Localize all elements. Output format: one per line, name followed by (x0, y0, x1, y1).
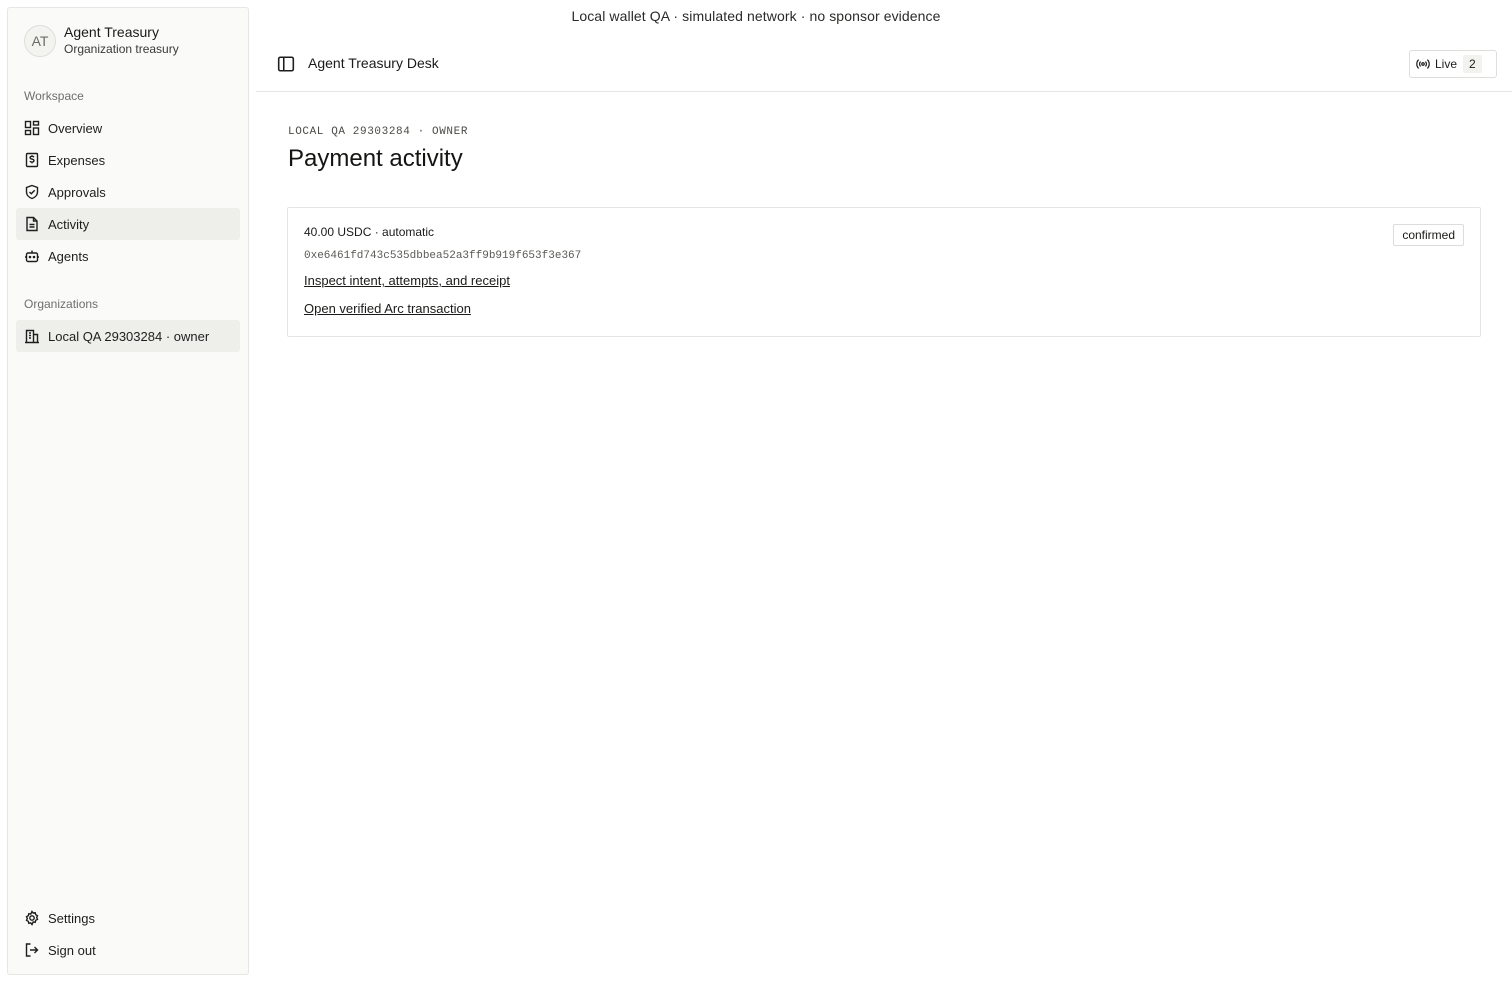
sidebar-item-activity[interactable]: Activity (16, 208, 240, 240)
brand-subtitle: Organization treasury (64, 42, 179, 56)
building-icon (25, 329, 39, 344)
sidebar-item-label: Overview (48, 120, 103, 136)
inspect-receipt-link[interactable]: Inspect intent, attempts, and receipt (304, 273, 510, 288)
sidebar-item-label: Sign out (48, 942, 96, 958)
shield-check-icon (25, 184, 39, 200)
receipt-dollar-icon (25, 152, 39, 168)
bot-icon (25, 250, 39, 263)
workspace-section-label: Workspace (24, 89, 84, 103)
dashboard-icon (24, 120, 40, 136)
sidebar-item-approvals[interactable]: Approvals (16, 176, 240, 208)
sidebar-item-label: Local QA 29303284 · owner (48, 328, 210, 344)
payment-card: 40.00 USDC · automatic 0xe6461fd743c535d… (287, 207, 1481, 337)
sidebar-item-label: Expenses (48, 152, 106, 168)
avatar: AT (24, 25, 56, 57)
sign-out-icon (25, 943, 39, 957)
live-indicator-button[interactable]: Live 2 (1409, 50, 1497, 78)
brand[interactable]: AT Agent Treasury Organization treasury (24, 24, 179, 58)
page-header-title: Agent Treasury Desk (308, 55, 439, 71)
sidebar: AT Agent Treasury Organization treasury … (7, 7, 249, 975)
live-label: Live (1435, 57, 1458, 71)
sidebar-item-expenses[interactable]: Expenses (16, 144, 240, 176)
sidebar-item-label: Settings (48, 910, 95, 926)
sidebar-item-label: Activity (48, 216, 90, 232)
sidebar-item-agents[interactable]: Agents (16, 240, 240, 272)
workspace-nav: Overview Expenses Approvals Activity Age… (16, 112, 240, 272)
sidebar-item-label: Agents (48, 248, 89, 264)
live-count-badge: 2 (1463, 55, 1482, 73)
sidebar-toggle-icon[interactable] (277, 55, 295, 73)
gear-icon (25, 910, 39, 926)
page-title: Payment activity (288, 145, 463, 172)
transaction-hash: 0xe6461fd743c535dbbea52a3ff9b919f653f3e3… (304, 250, 582, 262)
sidebar-item-organization[interactable]: Local QA 29303284 · owner (16, 320, 240, 352)
organizations-nav: Local QA 29303284 · owner (16, 320, 240, 352)
sidebar-item-label: Approvals (48, 184, 106, 200)
payment-amount: 40.00 USDC · automatic (304, 225, 435, 239)
sidebar-item-sign-out[interactable]: Sign out (16, 934, 240, 966)
arc-transaction-link[interactable]: Open verified Arc transaction (304, 301, 471, 316)
sidebar-footer-nav: Settings Sign out (16, 902, 240, 966)
brand-title: Agent Treasury (64, 24, 159, 40)
breadcrumb: LOCAL QA 29303284 · OWNER (288, 126, 469, 138)
sidebar-item-overview[interactable]: Overview (16, 112, 240, 144)
organizations-section-label: Organizations (24, 297, 99, 311)
broadcast-icon (1416, 59, 1430, 69)
document-icon (26, 216, 38, 232)
status-badge: confirmed (1393, 224, 1464, 246)
top-bar: Agent Treasury Desk Live 2 (256, 36, 1512, 92)
sidebar-item-settings[interactable]: Settings (16, 902, 240, 934)
